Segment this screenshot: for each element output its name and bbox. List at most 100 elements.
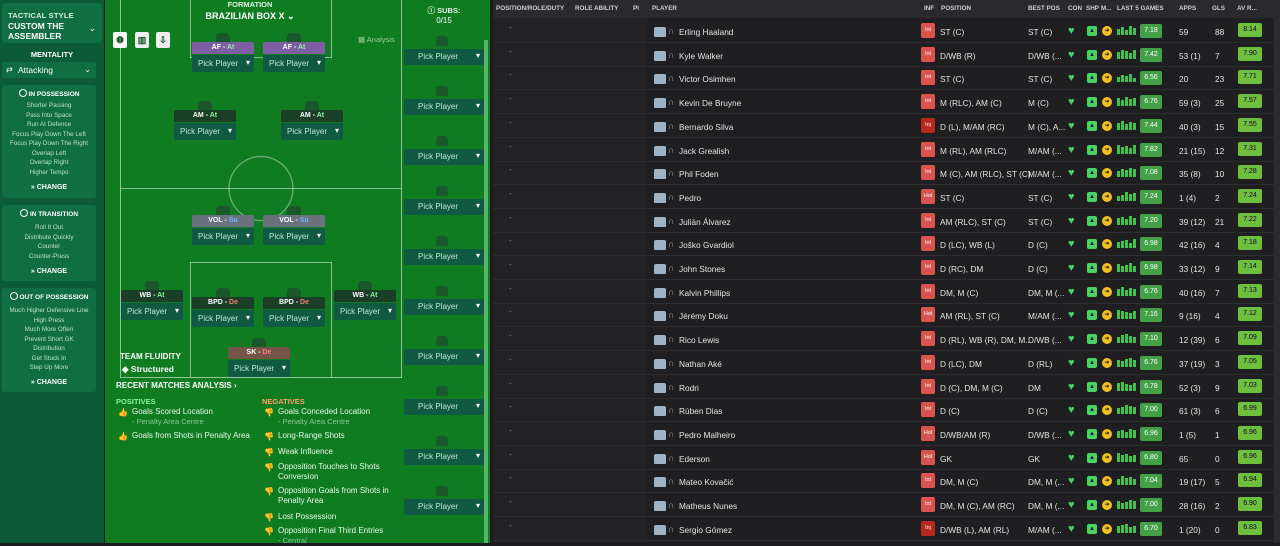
table-row[interactable]: - ∩ Matheus Nunes Int DM, M (C), AM (RC) DM, … <box>493 494 1280 517</box>
bar-chart-icon[interactable]: ▥ <box>135 32 149 48</box>
role-cell[interactable]: - <box>509 331 512 340</box>
player-name[interactable]: Victor Osimhen <box>679 74 736 84</box>
recent-matches-analysis-link[interactable]: RECENT MATCHES ANALYSIS › <box>116 381 237 390</box>
sub-slot[interactable]: Pick Player <box>404 86 484 115</box>
position-slot-am-left[interactable]: AM - At Pick Player <box>174 101 236 143</box>
table-row[interactable]: - ∩ Phil Foden Int M (C), AM (RLC), ST (C) M/… <box>493 162 1280 186</box>
role-cell[interactable]: - <box>509 142 512 151</box>
role-cell[interactable]: - <box>509 189 512 198</box>
col-av-rating[interactable]: AV R... <box>1237 5 1257 12</box>
player-name[interactable]: Kalvin Phillips <box>679 288 730 298</box>
role-cell[interactable]: - <box>509 118 512 127</box>
table-row[interactable]: - ∩ Bernardo Silva Inj D (L), M/AM (RC) M (C)… <box>493 115 1280 138</box>
col-position-role-duty[interactable]: POSITION/ROLE/DUTY <box>496 5 564 12</box>
table-row[interactable]: - ∩ Ederson Hol GK GK ♥ ▲ ➜ 6.80 65 0 6.96 <box>493 447 1280 470</box>
role-cell[interactable]: - <box>509 284 512 293</box>
player-name[interactable]: Julián Álvarez <box>679 217 731 227</box>
role-cell[interactable]: - <box>509 521 512 530</box>
pick-player-dropdown[interactable]: Pick Player <box>263 55 325 72</box>
col-inf[interactable]: INF <box>924 5 934 12</box>
player-name[interactable]: Matheus Nunes <box>679 501 737 511</box>
position-slot-am-right[interactable]: AM - At Pick Player <box>281 101 343 143</box>
table-row[interactable]: - ∩ Mateo Kovačić Int DM, M (C) DM, M (... ♥ ▲ ➜… <box>493 470 1280 494</box>
role-cell[interactable]: - <box>509 260 512 269</box>
table-row[interactable]: - ∩ Rico Lewis Int D (RL), WB (R), DM, M... D… <box>493 328 1280 352</box>
table-row[interactable]: - ∩ Julián Álvarez Int AM (RLC), ST (C) ST (C… <box>493 210 1280 233</box>
pick-player-dropdown[interactable]: Pick Player <box>192 310 254 327</box>
col-role-ability[interactable]: ROLE ABILITY <box>575 5 619 12</box>
role-cell[interactable]: - <box>509 450 512 459</box>
position-slot-af-left[interactable]: AF - At Pick Player <box>192 33 254 75</box>
table-row[interactable]: - ∩ Sergio Gómez Inj D/WB (L), AM (RL) M/AM (… <box>493 518 1280 541</box>
role-cell[interactable]: - <box>509 402 512 411</box>
sub-slot[interactable]: Pick Player <box>404 486 484 515</box>
role-cell[interactable]: - <box>509 47 512 56</box>
sub-slot[interactable]: Pick Player <box>404 36 484 65</box>
player-name[interactable]: Sergio Gómez <box>679 525 732 535</box>
position-slot-wb-left[interactable]: WB - At Pick Player <box>121 281 183 323</box>
player-name[interactable]: Erling Haaland <box>679 27 733 37</box>
chevron-down-icon[interactable]: ⌄ <box>88 23 96 34</box>
table-row[interactable]: - ∩ Kyle Walker Int D/WB (R) D/WB (... ♥ ▲ ➜ 7.42… <box>493 44 1280 67</box>
subs-scrollbar[interactable] <box>484 40 488 543</box>
mentality-dropdown[interactable]: ⇄ Attacking ⌄ <box>2 62 96 78</box>
role-cell[interactable]: - <box>509 70 512 79</box>
sub-slot[interactable]: Pick Player <box>404 436 484 465</box>
table-row[interactable]: - ∩ Kalvin Phillips Int DM, M (C) DM, M (... ♥… <box>493 281 1280 304</box>
position-slot-vol-left[interactable]: VOL - Su Pick Player <box>192 206 254 248</box>
sub-slot[interactable]: Pick Player <box>404 336 484 365</box>
position-slot-af-right[interactable]: AF - At Pick Player <box>263 33 325 75</box>
table-row[interactable]: - ∩ Pedro Hol ST (C) ST (C) ♥ ▲ ➜ 7.24 1 (4) 2 7.24 <box>493 186 1280 209</box>
sub-slot[interactable]: Pick Player <box>404 136 484 165</box>
player-name[interactable]: Mateo Kovačić <box>679 477 733 487</box>
player-name[interactable]: Pedro Malheiro <box>679 430 735 440</box>
role-cell[interactable]: - <box>509 213 512 222</box>
col-gls[interactable]: GLS <box>1212 5 1225 12</box>
player-name[interactable]: Rúben Dias <box>679 406 722 416</box>
table-row[interactable]: - ∩ Rúben Dias Int D (C) D (C) ♥ ▲ ➜ 7.00 61 (3) 6 6… <box>493 399 1280 423</box>
player-name[interactable]: Kyle Walker <box>679 51 723 61</box>
position-slot-sk[interactable]: SK - De Pick Player <box>228 338 290 380</box>
col-pi[interactable]: PI <box>633 5 639 12</box>
position-slot-wb-right[interactable]: WB - At Pick Player <box>334 281 396 323</box>
table-row[interactable]: - ∩ Joško Gvardiol Int D (LC), WB (L) D (C) ♥ ▲… <box>493 233 1280 257</box>
table-row[interactable]: - ∩ Erling Haaland Int ST (C) ST (C) ♥ ▲ ➜ 7.18 59… <box>493 20 1280 43</box>
player-name[interactable]: Kevin De Bruyne <box>679 98 741 108</box>
role-cell[interactable]: - <box>509 236 512 245</box>
col-best-pos[interactable]: BEST POS <box>1028 5 1060 12</box>
position-slot-vol-right[interactable]: VOL - Su Pick Player <box>263 206 325 248</box>
in-transition-change-button[interactable]: » CHANGE <box>2 268 96 275</box>
role-cell[interactable]: - <box>509 379 512 388</box>
role-cell[interactable]: - <box>509 355 512 364</box>
player-name[interactable]: Jack Grealish <box>679 146 729 156</box>
sub-slot[interactable]: Pick Player <box>404 386 484 415</box>
position-slot-bpd-right[interactable]: BPD - De Pick Player <box>263 288 325 330</box>
player-name[interactable]: Phil Foden <box>679 169 719 179</box>
pick-player-dropdown[interactable]: Pick Player <box>228 360 290 377</box>
position-slot-bpd-left[interactable]: BPD - De Pick Player <box>192 288 254 330</box>
in-possession-change-button[interactable]: » CHANGE <box>2 184 96 191</box>
download-icon[interactable]: ⇩ <box>156 32 170 48</box>
pick-player-dropdown[interactable]: Pick Player <box>192 228 254 245</box>
table-row[interactable]: - ∩ Kevin De Bruyne Int M (RLC), AM (C) M (C)… <box>493 91 1280 115</box>
player-name[interactable]: Joško Gvardiol <box>679 240 734 250</box>
out-of-possession-change-button[interactable]: » CHANGE <box>2 379 96 386</box>
pick-player-dropdown[interactable]: Pick Player <box>121 303 183 320</box>
pick-player-dropdown[interactable]: Pick Player <box>174 123 236 140</box>
player-name[interactable]: Bernardo Silva <box>679 122 733 132</box>
pick-player-dropdown[interactable]: Pick Player <box>281 123 343 140</box>
table-row[interactable]: - ∩ Rodri Int D (C), DM, M (C) DM ♥ ▲ ➜ 6.78 52 (3… <box>493 376 1280 399</box>
player-name[interactable]: Ederson <box>679 454 710 464</box>
player-name[interactable]: Rodri <box>679 383 699 393</box>
table-row[interactable]: - ∩ Nathan Aké Int D (LC), DM D (RL) ♥ ▲ ➜ 6.76 37… <box>493 352 1280 375</box>
table-row[interactable]: - ∩ Jack Grealish Int M (RL), AM (RLC) M/AM (… <box>493 139 1280 162</box>
table-row[interactable]: - ∩ Victor Osimhen Int ST (C) ST (C) ♥ ▲ ➜ 6.56 20… <box>493 67 1280 91</box>
col-m[interactable]: M... <box>1101 5 1112 12</box>
pick-player-dropdown[interactable]: Pick Player <box>263 310 325 327</box>
col-con[interactable]: CON <box>1068 5 1082 12</box>
role-cell[interactable]: - <box>509 497 512 506</box>
info-icon[interactable]: ❶ <box>113 32 127 48</box>
player-name[interactable]: Rico Lewis <box>679 335 719 345</box>
player-name[interactable]: Jérémy Doku <box>679 311 728 321</box>
sub-slot[interactable]: Pick Player <box>404 236 484 265</box>
